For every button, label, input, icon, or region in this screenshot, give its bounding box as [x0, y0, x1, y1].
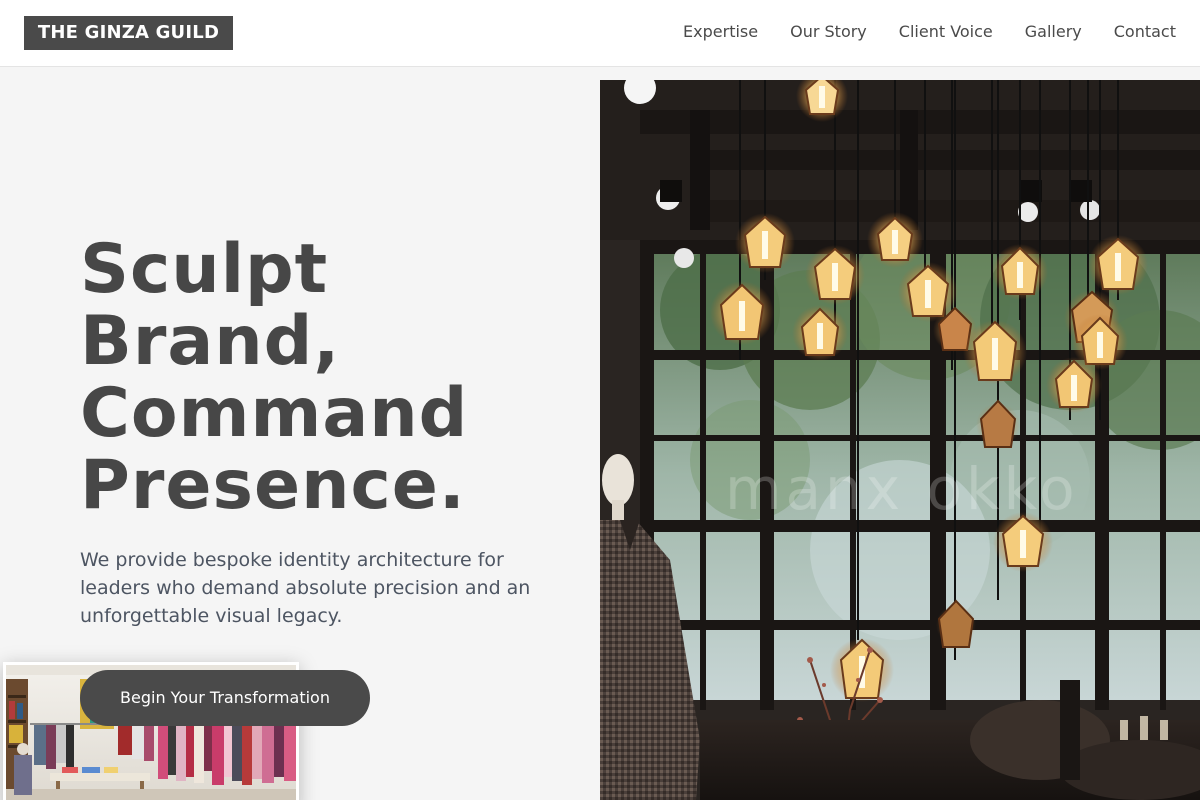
nav-link-client-voice[interactable]: Client Voice	[899, 20, 993, 44]
hero-subtext: We provide bespoke identity architecture…	[80, 549, 531, 627]
nav-link-gallery[interactable]: Gallery	[1025, 20, 1082, 44]
headline-line: Sculpt	[80, 230, 329, 309]
headline-line: Brand,	[80, 302, 341, 381]
nav-link-contact[interactable]: Contact	[1114, 20, 1176, 44]
brand-logo[interactable]: THE GINZA GUILD	[24, 16, 233, 50]
site-header: THE GINZA GUILD Expertise Our Story Clie…	[0, 0, 1200, 67]
hero-image	[600, 80, 1200, 800]
nav-link-expertise[interactable]: Expertise	[683, 20, 758, 44]
headline-line: Presence.	[80, 446, 466, 525]
headline-line: Command	[80, 374, 469, 453]
hero-headline: Sculpt Brand, Command Presence.	[80, 234, 580, 522]
nav-link-our-story[interactable]: Our Story	[790, 20, 867, 44]
main-nav: Expertise Our Story Client Voice Gallery…	[683, 20, 1176, 44]
begin-transformation-button[interactable]: Begin Your Transformation	[80, 670, 370, 726]
cafe-lanterns-image	[600, 80, 1200, 800]
